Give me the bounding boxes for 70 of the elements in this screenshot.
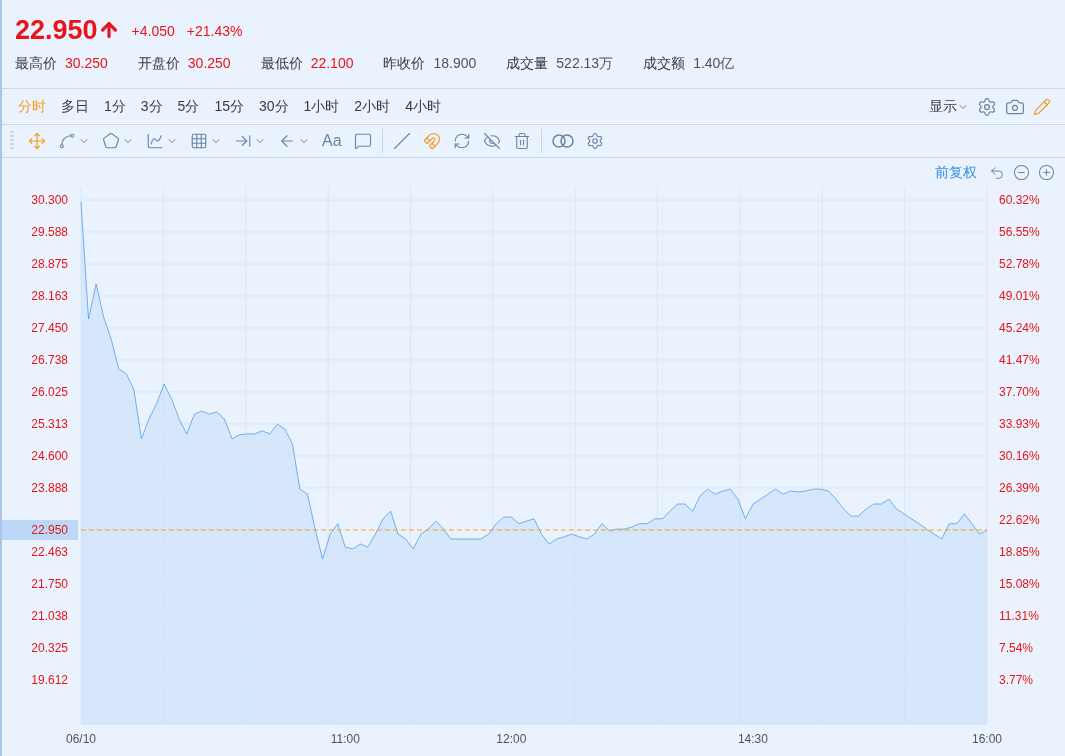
period-tab[interactable]: 3分	[135, 96, 168, 117]
percent-axis-label: 15.08%	[999, 577, 1040, 591]
price-axis-label: 20.325	[31, 640, 68, 655]
price-change: +4.050	[131, 22, 175, 41]
percent-axis-label: 26.39%	[999, 481, 1040, 495]
price-axis-label: 21.750	[31, 576, 68, 591]
period-tab[interactable]: 30分	[253, 96, 294, 117]
period-tab[interactable]: 2小时	[349, 96, 396, 117]
percent-axis-label: 30.16%	[999, 449, 1040, 463]
percent-axis-label: 7.54%	[999, 641, 1034, 655]
price-axis-label: 30.300	[31, 193, 68, 207]
price-axis-label: 26.738	[31, 352, 68, 367]
ref-line-label: 22.950	[31, 523, 69, 538]
percent-axis-label: 49.01%	[999, 289, 1040, 303]
stat-value: 22.100	[310, 54, 354, 73]
period-tab[interactable]: 1分	[99, 96, 131, 117]
percent-axis-label: 45.24%	[999, 321, 1040, 335]
price-axis-label: 28.163	[31, 288, 68, 303]
price-axis-label: 29.588	[31, 225, 68, 239]
stat-value: 30.250	[187, 54, 231, 73]
text-tool-label: Aa	[322, 131, 342, 151]
price-axis-label: 22.463	[31, 544, 68, 559]
percent-axis-label: 33.93%	[999, 417, 1040, 431]
time-axis-label: 12:00	[496, 732, 527, 746]
stat-value: 522.13万	[556, 54, 614, 73]
period-tab[interactable]: 4小时	[400, 96, 446, 117]
stat-label: 最高价	[15, 54, 57, 73]
pencil-icon[interactable]	[1033, 97, 1051, 116]
undo-icon[interactable]	[989, 164, 1005, 181]
stat-label: 成交量	[506, 54, 549, 73]
stat-label: 成交额	[643, 54, 686, 73]
percent-axis-label: 3.77%	[999, 673, 1034, 687]
time-axis-label: 11:00	[330, 732, 360, 746]
period-tab[interactable]: 5分	[172, 96, 205, 117]
display-dropdown[interactable]: 显示	[929, 96, 969, 117]
drag-handle[interactable]	[10, 131, 14, 151]
price-change-percent: +21.43%	[186, 22, 243, 41]
stat-label: 最低价	[260, 54, 303, 73]
percent-axis-label: 52.78%	[999, 257, 1040, 271]
zoom-in-icon[interactable]	[1038, 164, 1055, 181]
price-axis-label: 28.875	[31, 257, 68, 271]
percent-axis-label: 41.47%	[999, 353, 1040, 367]
period-tab[interactable]: 多日	[56, 96, 94, 117]
zoom-out-icon[interactable]	[1013, 164, 1030, 181]
percent-axis-label: 60.32%	[999, 193, 1040, 207]
price-axis-label: 25.313	[31, 416, 68, 431]
time-axis-label: 16:00	[972, 732, 1002, 746]
period-tab[interactable]: 1小时	[298, 96, 345, 117]
percent-axis-label: 22.62%	[999, 513, 1040, 527]
price-axis-label: 19.612	[31, 672, 68, 687]
time-axis-label: 06/10	[66, 732, 96, 746]
settings-icon[interactable]	[977, 96, 997, 117]
stat-value: 30.250	[65, 54, 108, 73]
price-axis-label: 27.450	[31, 321, 68, 335]
toolbar-tool[interactable]: Aa	[316, 127, 348, 155]
price-axis-label: 26.025	[31, 384, 68, 399]
price-axis-label: 24.600	[31, 448, 68, 463]
percent-axis-label: 37.70%	[999, 385, 1040, 399]
stat-label: 开盘价	[137, 54, 180, 73]
percent-axis-label: 56.55%	[999, 225, 1040, 239]
percent-axis-label: 18.85%	[999, 545, 1040, 559]
time-axis-label: 14:30	[737, 732, 768, 746]
stat-value: 1.40亿	[693, 54, 735, 73]
percent-axis-label: 11.31%	[999, 609, 1039, 623]
last-price: 22.950	[15, 14, 98, 46]
stat-label: 昨收价	[383, 54, 426, 73]
period-tab[interactable]: 15分	[209, 96, 249, 117]
stat-value: 18.900	[433, 54, 477, 73]
price-axis-label: 23.888	[31, 480, 68, 495]
price-axis-label: 21.038	[31, 608, 68, 623]
